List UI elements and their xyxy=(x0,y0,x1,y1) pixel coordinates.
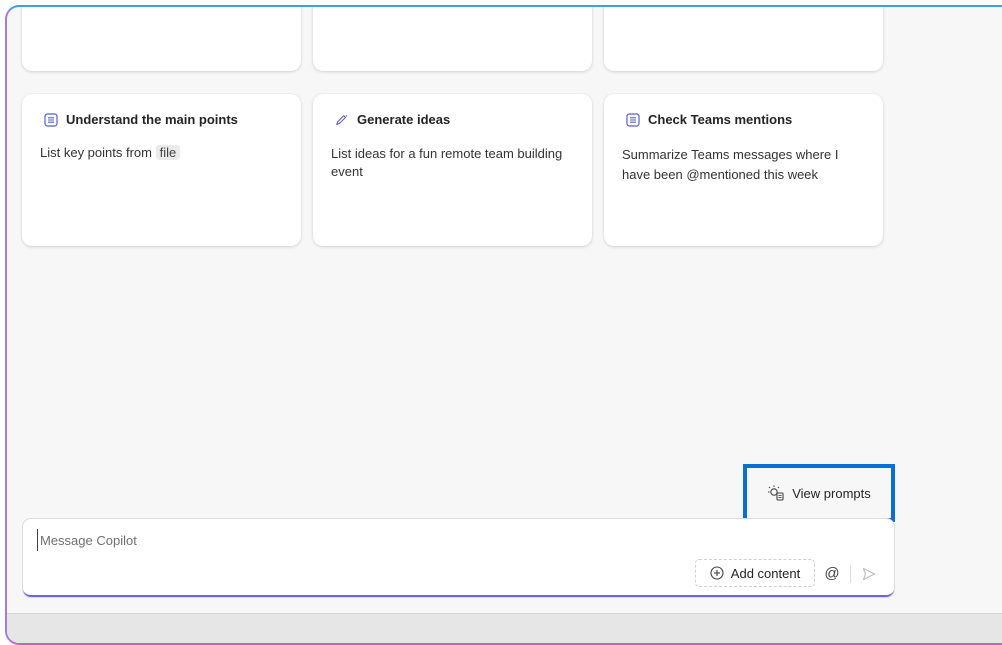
view-prompts-button[interactable]: View prompts xyxy=(743,464,895,522)
message-input[interactable] xyxy=(37,529,642,551)
prompt-card-generate-ideas[interactable]: Generate ideas List ideas for a fun remo… xyxy=(313,94,592,246)
add-content-label: Add content xyxy=(730,565,801,581)
card-body: List ideas for a fun remote team buildin… xyxy=(331,146,563,179)
bottom-bar xyxy=(7,613,1002,643)
card-body: List key points from file xyxy=(40,142,285,164)
card-title: Generate ideas xyxy=(335,112,450,127)
copilot-window: Understand the main points List key poin… xyxy=(5,5,1002,645)
prompt-card[interactable] xyxy=(604,7,883,71)
plus-circle-icon xyxy=(710,566,724,580)
card-title-text: Generate ideas xyxy=(357,112,451,127)
list-icon xyxy=(44,112,58,127)
message-composer: Add content @ xyxy=(23,519,894,597)
prompt-card[interactable] xyxy=(22,7,301,71)
send-icon xyxy=(862,567,876,581)
prompt-card[interactable] xyxy=(313,7,592,71)
prompts-icon xyxy=(767,485,785,501)
add-content-button[interactable]: Add content xyxy=(695,559,815,587)
send-button[interactable] xyxy=(859,563,879,585)
list-icon xyxy=(626,112,640,127)
mention-button[interactable]: @ xyxy=(822,562,842,584)
prompt-card-teams-mentions[interactable]: Check Teams mentions Summarize Teams mes… xyxy=(604,94,883,246)
card-title: Understand the main points xyxy=(44,112,238,127)
card-title-text: Understand the main points xyxy=(66,112,238,127)
view-prompts-label: View prompts xyxy=(792,485,871,501)
file-token[interactable]: file xyxy=(155,145,181,160)
card-title: Check Teams mentions xyxy=(626,112,792,127)
prompt-card-understand[interactable]: Understand the main points List key poin… xyxy=(22,94,301,246)
pen-sparkle-icon xyxy=(335,113,349,127)
card-title-text: Check Teams mentions xyxy=(648,112,793,127)
card-body: Summarize Teams messages where I have be… xyxy=(622,147,839,182)
divider xyxy=(850,565,851,583)
